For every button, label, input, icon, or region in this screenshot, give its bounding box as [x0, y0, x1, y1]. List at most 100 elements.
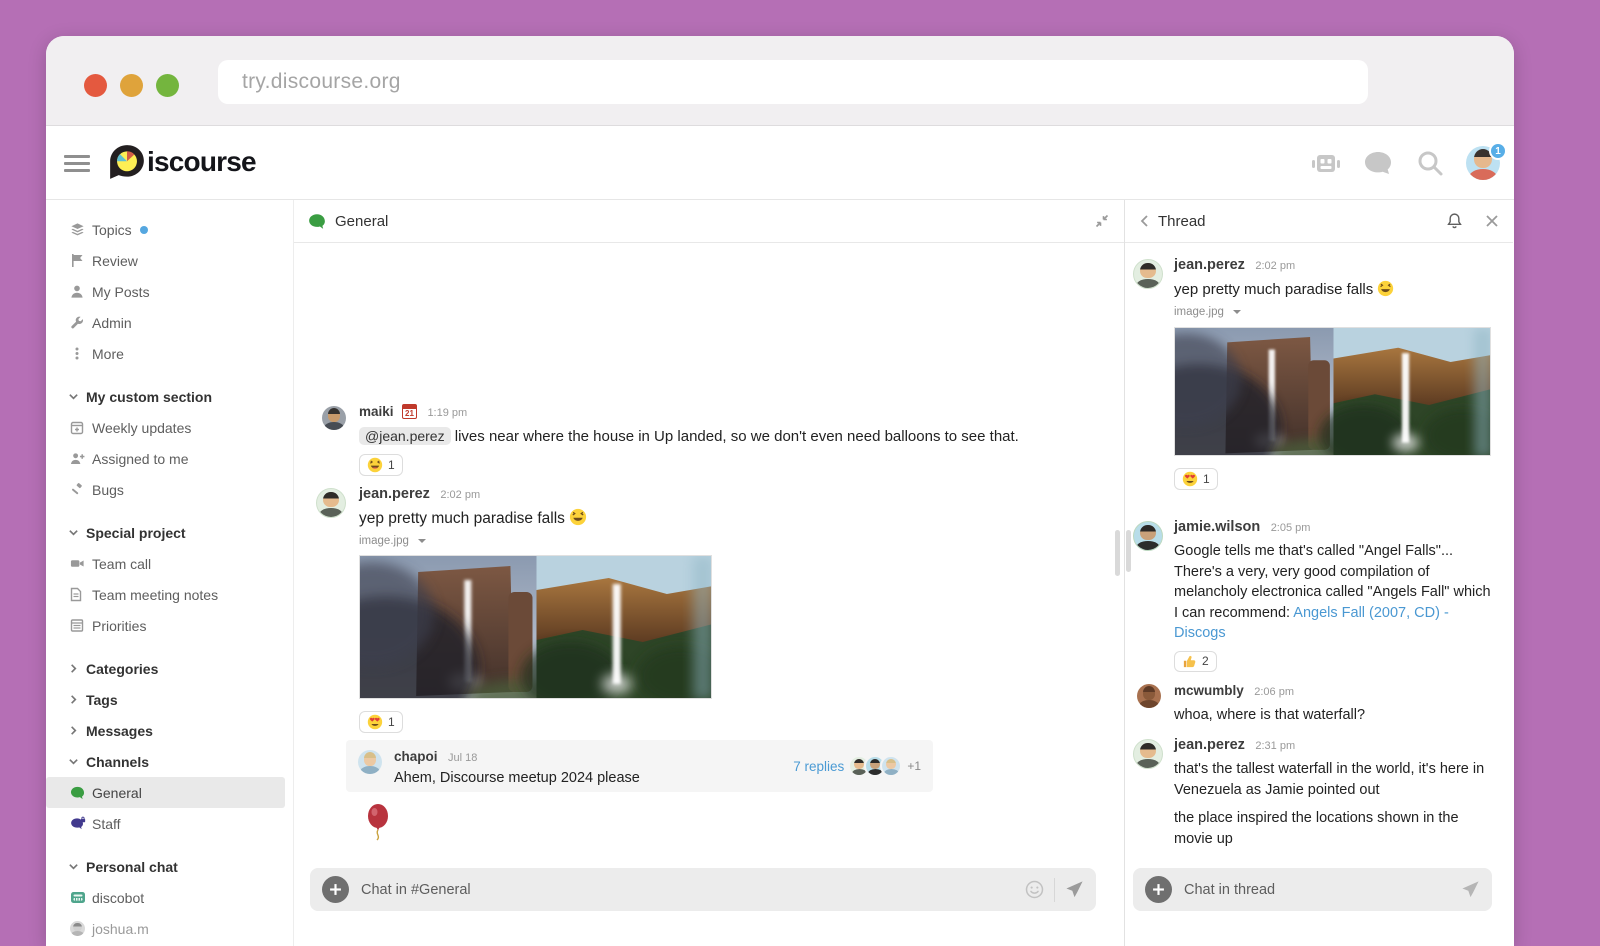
- sidebar-section-tags[interactable]: Tags: [46, 684, 293, 715]
- reaction-thumbs-up[interactable]: 2: [1174, 651, 1217, 672]
- sidebar-label: Team call: [92, 556, 151, 572]
- bell-icon[interactable]: [1446, 212, 1463, 230]
- chevron-right-icon: [68, 725, 86, 736]
- jean-perez-avatar[interactable]: [1133, 739, 1163, 769]
- close-window-button[interactable]: [84, 74, 107, 97]
- thread-message[interactable]: mcwumbly 2:06 pm whoa, where is that wat…: [1137, 682, 1365, 726]
- sidebar-label: joshua.m: [92, 921, 149, 937]
- jean-perez-avatar[interactable]: [316, 488, 346, 518]
- attachment-toggle[interactable]: image.jpg: [1174, 306, 1491, 318]
- sidebar-label: Assigned to me: [92, 451, 189, 467]
- channel-composer[interactable]: Chat in #General: [310, 868, 1096, 911]
- chat-message[interactable]: jean.perez 2:02 pm yep pretty much parad…: [316, 485, 712, 735]
- thread-message[interactable]: jamie.wilson 2:05 pm Google tells me tha…: [1133, 518, 1492, 674]
- replies-link[interactable]: 7 replies: [793, 759, 844, 774]
- sidebar-item-priorities[interactable]: Priorities: [46, 610, 285, 641]
- wrench-icon: [70, 315, 92, 330]
- reaction-heart-eyes[interactable]: 1: [1174, 468, 1218, 490]
- reaction-heart-eyes[interactable]: 1: [359, 711, 403, 733]
- sidebar-item-bugs[interactable]: Bugs: [46, 474, 285, 505]
- jamie-wilson-avatar[interactable]: [1133, 521, 1163, 551]
- user-mention[interactable]: @jean.perez: [359, 427, 451, 445]
- calendar-icon: [70, 420, 92, 435]
- back-icon[interactable]: [1139, 214, 1149, 228]
- discourse-logo[interactable]: iscourse: [108, 143, 256, 181]
- sidebar-item-assigned-to-me[interactable]: Assigned to me: [46, 443, 285, 474]
- caret-down-icon: [417, 538, 427, 545]
- thread-message[interactable]: jean.perez 2:31 pm that's the tallest wa…: [1133, 736, 1492, 849]
- waterfall-image[interactable]: [359, 555, 712, 699]
- minimize-window-button[interactable]: [120, 74, 143, 97]
- bot-icon[interactable]: [1310, 147, 1342, 179]
- sidebar-item-weekly-updates[interactable]: Weekly updates: [46, 412, 285, 443]
- close-icon[interactable]: [1485, 214, 1499, 228]
- emoji-picker-icon[interactable]: [1025, 880, 1044, 899]
- sidebar-item-general[interactable]: General: [46, 777, 285, 808]
- sidebar-item-my-posts[interactable]: My Posts: [46, 276, 285, 307]
- layers-icon: [70, 222, 92, 237]
- username[interactable]: jean.perez: [1174, 257, 1245, 273]
- user-icon: [70, 284, 92, 299]
- sidebar-section-personal-chat[interactable]: Personal chat: [46, 851, 293, 882]
- username[interactable]: jean.perez: [1174, 737, 1245, 753]
- sidebar-section-custom[interactable]: My custom section: [46, 381, 293, 412]
- sidebar-item-review[interactable]: Review: [46, 245, 285, 276]
- maiki-avatar[interactable]: [322, 406, 346, 430]
- timestamp: 2:05 pm: [1271, 522, 1311, 534]
- channel-title: General: [335, 213, 388, 230]
- sidebar-item-team-call[interactable]: Team call: [46, 548, 285, 579]
- browser-window: try.discourse.org iscourse: [46, 36, 1514, 946]
- reaction-laughing[interactable]: 1: [359, 454, 403, 476]
- username[interactable]: jamie.wilson: [1174, 519, 1260, 535]
- thread-preview[interactable]: chapoi Jul 18 Ahem, Discourse meetup 202…: [346, 740, 933, 792]
- send-icon[interactable]: [1065, 880, 1084, 899]
- thread-message[interactable]: jean.perez 2:02 pm yep pretty much parad…: [1133, 256, 1491, 492]
- channel-bubble-icon: [70, 786, 92, 800]
- address-bar[interactable]: try.discourse.org: [218, 60, 1368, 104]
- jean-perez-avatar[interactable]: [1133, 259, 1163, 289]
- scrollbar[interactable]: [1126, 530, 1131, 572]
- laughing-emoji: [569, 508, 587, 526]
- scrollbar[interactable]: [1115, 530, 1120, 576]
- maximize-window-button[interactable]: [156, 74, 179, 97]
- attach-button[interactable]: [1145, 876, 1172, 903]
- sidebar-section-categories[interactable]: Categories: [46, 653, 293, 684]
- username[interactable]: maiki: [359, 404, 394, 419]
- mcwumbly-avatar[interactable]: [1137, 684, 1161, 708]
- sidebar-item-staff[interactable]: Staff: [46, 808, 285, 839]
- sidebar-item-admin[interactable]: Admin: [46, 307, 285, 338]
- attach-button[interactable]: [322, 876, 349, 903]
- more-participants: +1: [907, 759, 921, 773]
- composer-placeholder: Chat in thread: [1184, 882, 1461, 898]
- attachment-toggle[interactable]: image.jpg: [359, 535, 712, 547]
- sidebar-section-messages[interactable]: Messages: [46, 715, 293, 746]
- sidebar-item-meeting-notes[interactable]: Team meeting notes: [46, 579, 285, 610]
- waterfall-image[interactable]: [1174, 327, 1491, 456]
- chat-icon[interactable]: [1362, 147, 1394, 179]
- username[interactable]: mcwumbly: [1174, 683, 1244, 698]
- user-menu[interactable]: 1: [1466, 146, 1500, 180]
- send-icon[interactable]: [1461, 880, 1480, 899]
- timestamp: 2:31 pm: [1255, 740, 1295, 752]
- sidebar-section-channels[interactable]: Channels: [46, 746, 293, 777]
- hamburger-menu-icon[interactable]: [64, 151, 92, 175]
- sidebar-item-discobot[interactable]: discobot: [46, 882, 285, 913]
- thread-composer[interactable]: Chat in thread: [1133, 868, 1492, 911]
- sidebar-label: My Posts: [92, 284, 150, 300]
- sidebar-label: Priorities: [92, 618, 146, 634]
- calendar-badge-icon: 21: [402, 404, 417, 419]
- message-text: yep pretty much paradise falls: [359, 510, 565, 527]
- sidebar-item-joshua[interactable]: joshua.m: [46, 913, 285, 944]
- sidebar-item-topics[interactable]: Topics: [46, 214, 285, 245]
- balloon-emoji-message[interactable]: [366, 804, 392, 849]
- sidebar-label: discobot: [92, 890, 144, 906]
- chat-message[interactable]: maiki 21 1:19 pm @jean.perez lives near …: [322, 403, 1019, 478]
- search-icon[interactable]: [1414, 147, 1446, 179]
- sidebar-label: Topics: [92, 222, 132, 238]
- timestamp: 1:19 pm: [427, 407, 467, 419]
- sidebar-item-more[interactable]: More: [46, 338, 285, 369]
- collapse-icon[interactable]: [1094, 213, 1110, 229]
- username[interactable]: jean.perez: [359, 486, 430, 502]
- message-text: the place inspired the locations shown i…: [1174, 808, 1492, 849]
- sidebar-section-project[interactable]: Special project: [46, 517, 293, 548]
